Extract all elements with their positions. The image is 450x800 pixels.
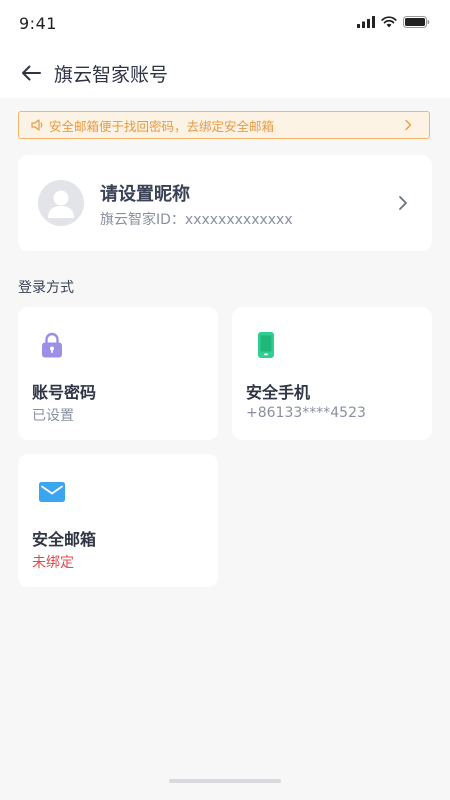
phone-login-card[interactable]: 安全手机 +86133****4523 [232, 307, 432, 440]
profile-card[interactable]: 请设置昵称 旗云智家ID：xxxxxxxxxxxxx [18, 155, 432, 251]
login-methods-heading: 登录方式 [18, 280, 74, 296]
email-login-card[interactable]: 安全邮箱 未绑定 [18, 454, 218, 587]
bind-email-notice[interactable]: 安全邮箱便于找回密码，去绑定安全邮箱 [18, 111, 430, 139]
battery-icon [403, 16, 430, 28]
notice-text: 安全邮箱便于找回密码，去绑定安全邮箱 [49, 118, 275, 134]
email-login-title: 安全邮箱 [32, 530, 97, 549]
chevron-right-icon [399, 196, 407, 210]
back-arrow-icon [22, 65, 41, 81]
account-id: 旗云智家ID：xxxxxxxxxxxxx [100, 212, 293, 228]
nav-bar: 旗云智家账号 [0, 48, 450, 98]
password-login-title: 账号密码 [32, 383, 97, 402]
status-icons [357, 16, 430, 28]
home-indicator [169, 779, 281, 783]
password-login-card[interactable]: 账号密码 已设置 [18, 307, 218, 440]
page-title: 旗云智家账号 [54, 64, 169, 86]
wifi-icon [381, 16, 397, 28]
default-avatar-icon [38, 180, 84, 226]
speaker-icon [31, 118, 45, 132]
nickname: 请设置昵称 [100, 184, 190, 205]
phone-icon [252, 331, 280, 359]
password-login-status: 已设置 [32, 408, 74, 424]
signal-icon [357, 16, 375, 28]
back-button[interactable] [18, 60, 44, 86]
lock-icon [38, 331, 66, 359]
email-login-status: 未绑定 [32, 555, 74, 571]
chevron-right-icon [405, 119, 412, 131]
phone-login-title: 安全手机 [246, 383, 311, 402]
mail-icon [38, 478, 66, 506]
status-time: 9:41 [19, 14, 57, 33]
status-bar: 9:41 [0, 0, 450, 48]
phone-login-number: +86133****4523 [246, 405, 366, 421]
